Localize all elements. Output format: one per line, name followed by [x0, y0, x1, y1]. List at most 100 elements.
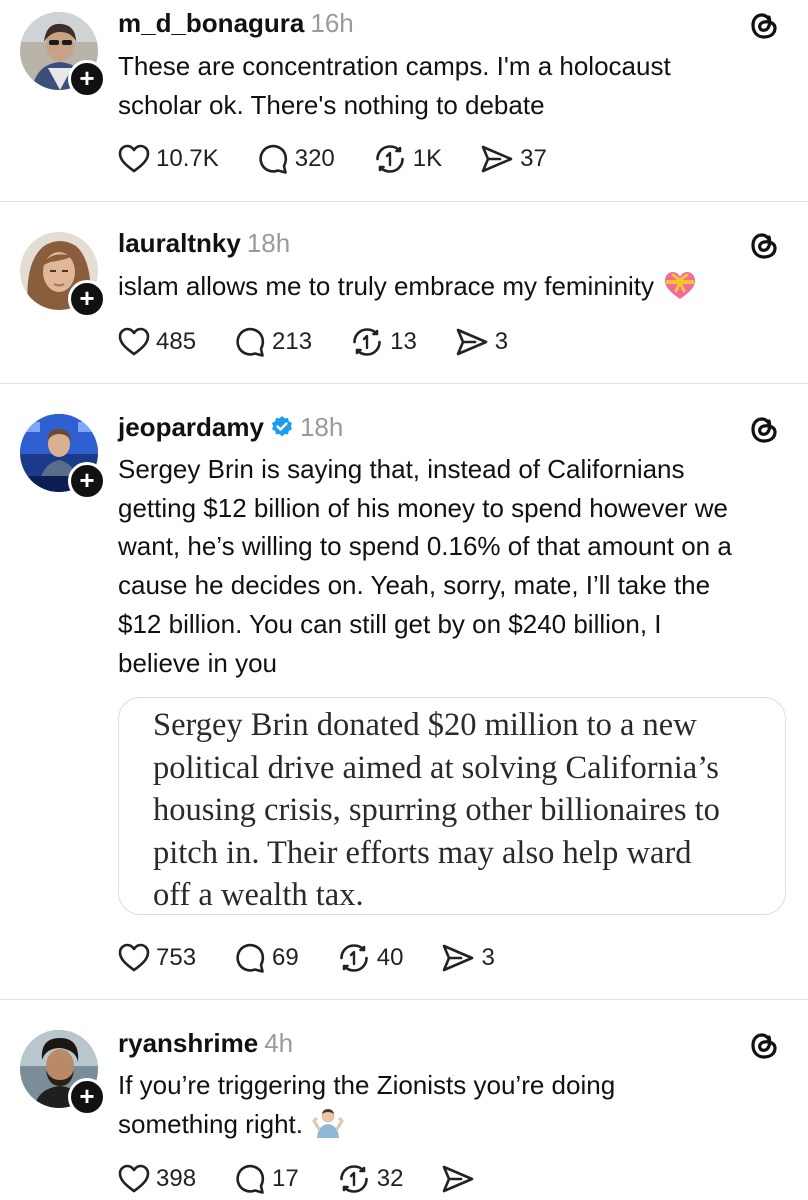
action-bar: 10.7K 320 1K 37 — [118, 139, 585, 179]
heart-icon — [118, 943, 150, 972]
comment-icon — [236, 327, 265, 357]
repost-icon — [353, 328, 381, 356]
post-text: islam allows me to truly embrace my femi… — [118, 267, 790, 312]
quote-line: Sergey Brin donated $20 million to a new — [153, 707, 697, 743]
send-icon — [456, 328, 488, 356]
like-button[interactable]: 753 — [118, 943, 196, 973]
heart-icon — [118, 144, 150, 173]
post-header: lauraltnky 18h — [118, 226, 290, 260]
quote-line: pitch in. Their efforts may also help wa… — [153, 834, 692, 871]
avatar[interactable]: + — [20, 1030, 106, 1116]
timestamp: 16h — [310, 8, 354, 38]
repost-icon — [339, 944, 368, 972]
reply-button[interactable]: 17 — [234, 1163, 299, 1195]
follow-plus-icon[interactable]: + — [68, 280, 106, 318]
share-button[interactable]: 3 — [441, 943, 495, 973]
avatar[interactable]: + — [20, 232, 106, 318]
heart-icon — [118, 327, 150, 356]
avatar[interactable]: + — [20, 414, 106, 500]
post-text: These are concentration camps. I'm a hol… — [118, 47, 790, 124]
text-line: believe in you — [118, 647, 277, 678]
username[interactable]: jeopardamy — [118, 412, 264, 442]
share-count: 3 — [494, 328, 509, 355]
like-count: 10.7K — [156, 145, 219, 172]
post-header: ryanshrime 4h — [118, 1026, 293, 1060]
comment-icon — [236, 943, 265, 973]
heart-with-ribbon-icon — [662, 269, 698, 312]
send-icon — [443, 1165, 474, 1193]
divider — [0, 201, 808, 202]
repost-icon — [375, 145, 404, 173]
username[interactable]: m_d_bonagura — [118, 8, 304, 38]
timestamp: 4h — [264, 1028, 294, 1058]
quoted-article-card[interactable]: Sergey Brin donated $20 million to a new… — [118, 697, 786, 915]
timestamp: 18h — [246, 228, 291, 258]
threads-logo-icon[interactable] — [748, 1028, 780, 1062]
like-count: 485 — [156, 328, 197, 355]
repost-count: 32 — [376, 1165, 404, 1192]
follow-plus-icon[interactable]: + — [68, 462, 106, 500]
divider — [0, 383, 808, 384]
reply-count: 17 — [272, 1165, 299, 1192]
reply-count: 320 — [294, 145, 335, 172]
follow-plus-icon[interactable]: + — [68, 60, 106, 98]
reply-button[interactable]: 213 — [234, 326, 312, 358]
text-line: $12 billion. You can still get by on $24… — [118, 608, 662, 639]
avatar[interactable]: + — [20, 12, 106, 98]
action-bar: 398 17 32 — [118, 1159, 519, 1199]
repost-button[interactable]: 13 — [350, 326, 417, 358]
share-count: 37 — [520, 145, 547, 172]
verified-badge-icon — [270, 413, 294, 447]
quote-text: Sergey Brin donated $20 million to a new… — [153, 704, 773, 917]
like-button[interactable]: 398 — [118, 1164, 196, 1194]
text-line: scholar ok. There's nothing to debate — [118, 89, 545, 120]
reply-count: 213 — [272, 328, 313, 355]
person-shrugging-icon — [311, 1107, 345, 1150]
action-bar: 485 213 13 3 — [118, 322, 546, 362]
quote-line: off a wealth tax. — [153, 877, 364, 913]
repost-button[interactable]: 32 — [337, 1163, 404, 1195]
like-count: 753 — [156, 944, 197, 971]
repost-count: 1K — [412, 145, 443, 172]
reply-button[interactable]: 69 — [234, 942, 299, 974]
text-line: want, he’s willing to spend 0.16% of tha… — [118, 531, 732, 562]
share-button[interactable]: 37 — [480, 144, 547, 174]
send-icon — [481, 145, 513, 173]
text-line: If you’re triggering the Zionists you’re… — [118, 1070, 616, 1100]
share-button[interactable] — [441, 1164, 481, 1194]
text-line: These are concentration camps. I'm a hol… — [118, 51, 671, 81]
action-bar: 753 69 40 3 — [118, 938, 533, 978]
username[interactable]: ryanshrime — [118, 1028, 258, 1058]
send-icon — [443, 944, 474, 972]
quote-line: political drive aimed at solving Califor… — [153, 749, 719, 786]
like-count: 398 — [156, 1165, 197, 1192]
repost-icon — [339, 1165, 368, 1193]
text-line: getting $12 billion of his money to spen… — [118, 492, 728, 523]
reply-count: 69 — [272, 944, 299, 971]
quote-line: housing crisis, spurring other billionai… — [153, 792, 720, 828]
divider — [0, 999, 808, 1000]
heart-icon — [118, 1164, 150, 1193]
post-header: jeopardamy 18h — [118, 410, 343, 447]
repost-button[interactable]: 1K — [373, 143, 442, 175]
like-button[interactable]: 10.7K — [118, 144, 219, 174]
post-text: Sergey Brin is saying that, instead of C… — [118, 450, 790, 682]
repost-button[interactable]: 40 — [337, 942, 404, 974]
threads-logo-icon[interactable] — [748, 8, 780, 42]
share-button[interactable]: 3 — [455, 327, 508, 357]
post-header: m_d_bonagura 16h — [118, 6, 354, 40]
text-line: Sergey Brin is saying that, instead of C… — [118, 454, 685, 484]
text-line: islam allows me to truly embrace my femi… — [118, 271, 655, 301]
like-button[interactable]: 485 — [118, 327, 196, 357]
post-text: If you’re triggering the Zionists you’re… — [118, 1066, 790, 1149]
text-line: cause he decides on. Yeah, sorry, mate, … — [118, 570, 711, 601]
threads-logo-icon[interactable] — [748, 228, 780, 262]
comment-icon — [236, 1164, 265, 1194]
threads-logo-icon[interactable] — [748, 412, 780, 446]
repost-count: 13 — [390, 328, 417, 355]
reply-button[interactable]: 320 — [257, 143, 335, 175]
username[interactable]: lauraltnky — [118, 228, 241, 258]
repost-count: 40 — [376, 944, 404, 971]
follow-plus-icon[interactable]: + — [68, 1078, 106, 1116]
text-line: something right. — [118, 1108, 303, 1139]
